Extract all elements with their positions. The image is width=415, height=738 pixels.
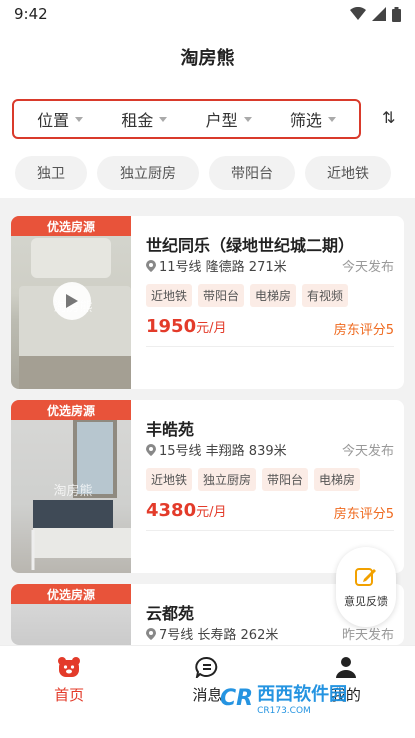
landlord-score: 房东评分5 — [333, 507, 394, 522]
tab-messages-label: 消息 — [192, 686, 223, 704]
app-header: 淘房熊 — [0, 28, 415, 86]
battery-icon — [392, 6, 401, 22]
price-value: 1950 — [146, 316, 197, 337]
listing-badge: 优选房源 — [11, 584, 131, 604]
page-title: 淘房熊 — [180, 48, 235, 69]
feedback-label: 意见反馈 — [344, 595, 388, 608]
filter-location-label: 位置 — [37, 111, 70, 130]
status-time: 9:42 — [14, 5, 48, 23]
filter-location[interactable]: 位置 — [37, 107, 84, 131]
listing-card[interactable]: 优选房源 淘房熊 世纪同乐（绿地世纪城二期） 11号线 隆德路 271米 今天发… — [11, 216, 404, 389]
quick-filter-chips: 独卫 独立厨房 带阳台 近地铁 — [0, 148, 415, 198]
filter-layout[interactable]: 户型 — [206, 107, 252, 131]
listing-card[interactable]: 优选房源 淘房熊 丰皓苑 15号线 丰翔路 839米 今天发布 近地铁 独立厨房… — [11, 400, 404, 573]
listing-title: 云都苑 — [146, 604, 195, 623]
listing-tag: 近地铁 — [146, 468, 193, 491]
listing-price: 4380元/月 — [146, 500, 227, 521]
listing-photo: 优选房源 — [11, 584, 131, 645]
site-watermark-logo: CR 西西软件园 CR173.COM — [220, 680, 347, 716]
play-button[interactable] — [53, 282, 91, 320]
landlord-score: 房东评分5 — [333, 323, 394, 338]
watermark-letters: CR — [220, 685, 254, 711]
listing-location-text: 11号线 隆德路 271米 — [159, 260, 287, 275]
bottom-tab-bar: 首页 消息 我的 — [0, 645, 415, 738]
location-pin-icon — [146, 627, 156, 640]
listing-badge: 优选房源 — [11, 400, 131, 420]
user-icon — [335, 657, 356, 678]
filter-rent-label: 租金 — [121, 111, 154, 130]
listing-tags: 近地铁 独立厨房 带阳台 电梯房 — [146, 468, 361, 491]
chip-near-metro[interactable]: 近地铁 — [305, 156, 391, 190]
listing-location: 7号线 长寿路 262米 — [146, 624, 278, 643]
status-icons — [350, 6, 401, 22]
price-unit: 元/月 — [196, 321, 227, 336]
chip-balcony[interactable]: 带阳台 — [209, 156, 295, 190]
filter-more-label: 筛选 — [289, 111, 322, 130]
location-pin-icon — [146, 443, 156, 456]
chip-private-bath[interactable]: 独卫 — [15, 156, 87, 190]
chip-private-kitchen[interactable]: 独立厨房 — [97, 156, 199, 190]
listing-tag: 近地铁 — [146, 284, 193, 307]
listing-title: 丰皓苑 — [146, 420, 195, 439]
chevron-down-icon — [327, 116, 336, 122]
feedback-button[interactable]: 意见反馈 — [336, 547, 396, 627]
listing-photo: 优选房源 淘房熊 — [11, 400, 131, 573]
listing-tags: 近地铁 带阳台 电梯房 有视频 — [146, 284, 349, 307]
listing-location: 11号线 隆德路 271米 — [146, 256, 287, 275]
listing-tag: 电梯房 — [314, 468, 361, 491]
tab-home-label: 首页 — [54, 686, 85, 704]
filter-rent[interactable]: 租金 — [121, 107, 168, 131]
message-icon — [195, 656, 218, 678]
listing-photo: 优选房源 淘房熊 — [11, 216, 131, 389]
watermark-cn: 西西软件园 — [257, 684, 348, 705]
divider — [146, 346, 394, 347]
listing-price: 1950元/月 — [146, 316, 227, 337]
edit-icon — [355, 568, 376, 586]
listing-date: 今天发布 — [341, 260, 394, 275]
price-value: 4380 — [146, 500, 197, 521]
signal-icon — [372, 7, 386, 21]
listing-title: 世纪同乐（绿地世纪城二期） — [146, 236, 355, 255]
tab-home[interactable]: 首页 — [0, 646, 138, 738]
chevron-down-icon — [159, 116, 168, 122]
filter-bar: 位置 租金 户型 筛选 — [12, 99, 361, 139]
play-icon — [66, 294, 78, 308]
chevron-down-icon — [243, 116, 252, 122]
filter-layout-label: 户型 — [205, 111, 238, 130]
bear-icon — [58, 657, 81, 677]
wifi-icon — [350, 7, 366, 20]
photo-watermark: 淘房熊 — [53, 484, 93, 499]
location-pin-icon — [146, 259, 156, 272]
listing-badge: 优选房源 — [11, 216, 131, 236]
status-bar: 9:42 — [0, 0, 415, 28]
filter-section: 位置 租金 户型 筛选 ⇅ — [0, 86, 415, 148]
price-unit: 元/月 — [196, 505, 227, 520]
listing-date: 今天发布 — [341, 444, 394, 459]
listing-tag: 独立厨房 — [198, 468, 257, 491]
chevron-down-icon — [75, 116, 84, 122]
listing-info: 世纪同乐（绿地世纪城二期） 11号线 隆德路 271米 今天发布 近地铁 带阳台… — [146, 216, 394, 389]
filter-more[interactable]: 筛选 — [290, 107, 336, 131]
listing-tag: 有视频 — [302, 284, 349, 307]
listing-location: 15号线 丰翔路 839米 — [146, 440, 287, 459]
listing-tag: 带阳台 — [198, 284, 245, 307]
listing-info: 丰皓苑 15号线 丰翔路 839米 今天发布 近地铁 独立厨房 带阳台 电梯房 … — [146, 400, 394, 573]
sort-icon[interactable]: ⇅ — [382, 108, 395, 127]
divider — [146, 530, 394, 531]
listing-tag: 带阳台 — [262, 468, 309, 491]
listing-location-text: 7号线 长寿路 262米 — [159, 628, 279, 643]
watermark-sub: CR173.COM — [257, 706, 311, 716]
listing-tag: 电梯房 — [250, 284, 297, 307]
listing-location-text: 15号线 丰翔路 839米 — [159, 444, 287, 459]
